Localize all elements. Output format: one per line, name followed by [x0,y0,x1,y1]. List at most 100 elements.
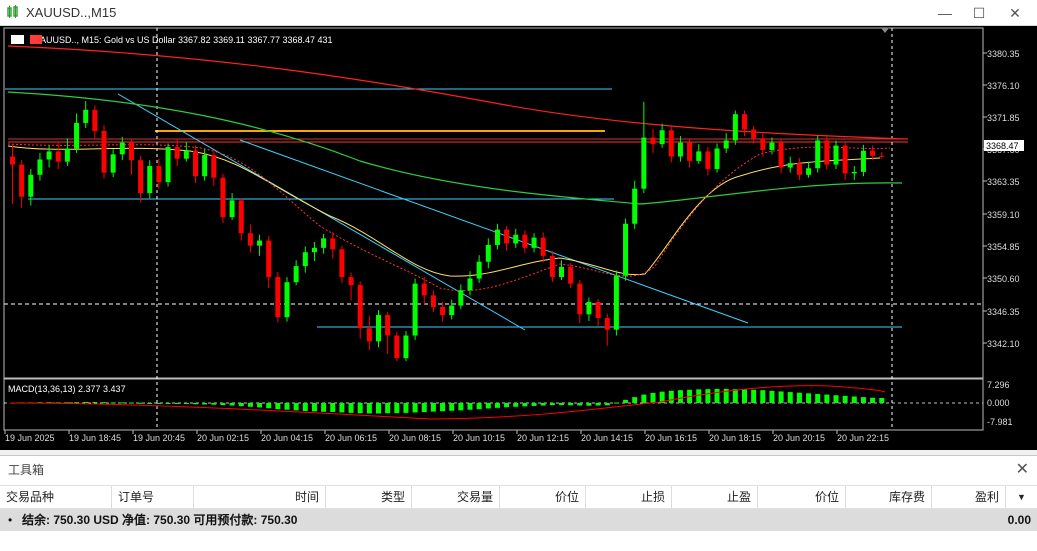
candle-body [723,140,729,149]
maximize-button[interactable]: ☐ [964,3,994,23]
toolbox-panel: 工具箱 ✕ 交易品种 订单号 时间 类型 交易量 价位 止损 止盈 价位 库存费… [0,455,1037,551]
col-price[interactable]: 价位 [500,486,586,508]
candle-body [119,142,125,155]
candle-body [19,164,25,197]
candle-body [311,247,317,253]
candle-body [760,138,766,150]
candle-body [10,156,15,165]
candle-body [595,301,601,318]
candle-body [476,261,482,279]
macd-bar [128,402,134,404]
candle-body [623,223,629,276]
macd-bar [385,403,391,414]
macd-bar [74,402,80,404]
main-pane-frame [3,27,984,379]
col-swap[interactable]: 库存费 [846,486,932,508]
balance-row[interactable]: • 结余: 750.30 USD 净值: 750.30 可用预付款: 750.3… [0,509,1037,531]
candle-body [202,155,208,177]
candle-body [357,285,363,329]
current-price-label: 3368.47 [986,141,1019,151]
col-volume[interactable]: 交易量 [412,486,500,508]
col-tp[interactable]: 止盈 [672,486,758,508]
candle-body [559,266,564,278]
candle-body [613,275,619,330]
macd-bar [376,403,381,414]
macd-label: MACD(13,36,13) 2.377 3.437 [8,384,126,394]
chart-area[interactable]: XAUUSD.., M15: Gold vs US Dollar 3367.82… [0,26,1037,450]
candle-body [37,159,43,175]
col-dropdown-icon[interactable]: ▼ [1006,486,1037,508]
macd-bar [623,399,629,403]
macd-bar [440,403,446,412]
candle-body [531,237,537,248]
candle-body [412,283,418,336]
candle-body [229,200,235,218]
col-time[interactable]: 时间 [194,486,326,508]
price-label: 3376.10 [987,81,1020,91]
candle-body [284,282,290,318]
candle-body [796,163,802,175]
price-chart[interactable]: XAUUSD.., M15: Gold vs US Dollar 3367.82… [0,26,1037,450]
macd-bar [357,403,363,414]
macd-bar [632,397,638,403]
trade-table-header: 交易品种 订单号 时间 类型 交易量 价位 止损 止盈 价位 库存费 盈利 ▼ [0,485,1037,509]
macd-bar [147,403,153,404]
macd-bar [769,390,775,403]
macd-bar [302,403,308,411]
time-label: 20 Jun 10:15 [453,433,505,443]
bullet-icon: • [8,513,13,527]
chart-icon [7,5,18,18]
toolbox-title: 工具箱 [8,463,45,477]
candle-body [421,283,427,296]
macd-bar [174,403,180,404]
candle-body [28,174,34,197]
price-label: 3359.10 [987,210,1020,220]
col-order[interactable]: 订单号 [112,486,194,508]
macd-bar [403,403,409,413]
candle-body [494,229,500,245]
col-symbol[interactable]: 交易品种 [0,486,112,508]
macd-bar [257,403,263,408]
macd-bar [494,403,500,408]
macd-bar [595,403,601,406]
toolbox-close-icon[interactable]: ✕ [1016,459,1029,479]
macd-bar [696,389,702,403]
candle-body [851,171,857,174]
candle-body [55,151,61,162]
macd-bar [824,394,830,403]
price-label: 3346.35 [987,307,1020,317]
macd-bar [430,403,436,412]
candle-body [787,163,793,168]
time-label: 20 Jun 06:15 [325,433,377,443]
macd-bar [119,402,125,404]
col-price-current[interactable]: 价位 [758,486,846,508]
macd-bar [760,390,766,403]
macd-bar [366,403,372,414]
candle-body [870,150,876,156]
macd-bar [321,403,327,412]
macd-bar [467,403,473,410]
col-sl[interactable]: 止损 [586,486,672,508]
col-type[interactable]: 类型 [326,486,412,508]
macd-bar [586,403,592,406]
close-button[interactable]: ✕ [1000,3,1030,23]
candle-body [138,160,144,194]
time-label: 20 Jun 22:15 [837,433,889,443]
macd-bar [732,389,738,403]
candle-body [247,233,253,246]
candle-body [46,151,52,160]
macd-bar [751,389,757,403]
window-title: XAUUSD..,M15 [26,5,117,20]
macd-bar [211,403,217,405]
chart-shift-icon [881,28,889,33]
candle-body [577,283,583,315]
col-profit[interactable]: 盈利 [932,486,1006,508]
macd-bar [833,395,839,403]
minimize-button[interactable]: — [930,3,960,23]
candle-body [586,301,592,315]
price-label: 3354.85 [987,242,1020,252]
macd-bar [92,401,98,403]
candle-body [440,307,446,316]
macd-level-label: 7.296 [987,380,1010,390]
macd-bar [330,403,336,413]
